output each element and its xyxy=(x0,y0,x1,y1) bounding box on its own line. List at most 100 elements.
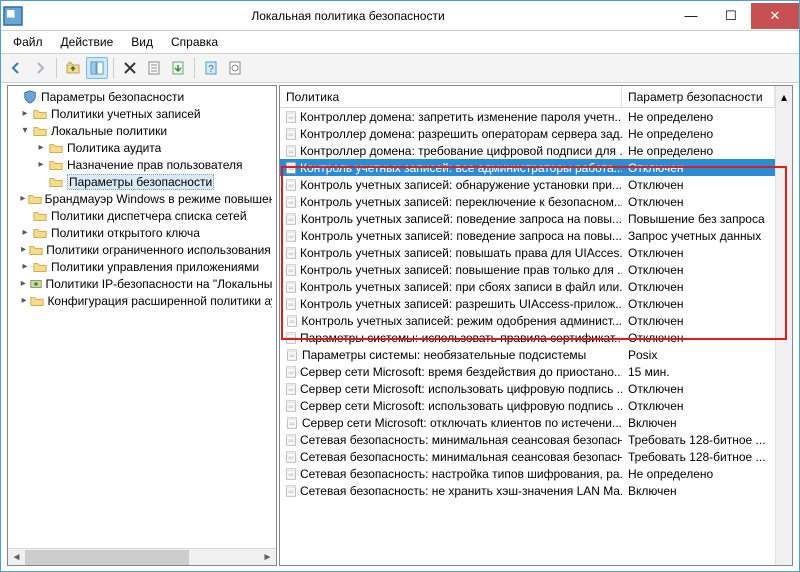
tree-node[interactable]: ▸Политика аудита xyxy=(8,139,276,156)
expand-icon[interactable]: ▸ xyxy=(18,261,32,272)
tree-node[interactable]: Политики диспетчера списка сетей xyxy=(8,207,276,224)
policy-icon xyxy=(284,228,299,244)
tree-node[interactable]: ▸Политики ограниченного использования пр… xyxy=(8,241,276,258)
policy-row[interactable]: Контроль учетных записей: разрешить UIAc… xyxy=(280,295,775,312)
policy-value: Включен xyxy=(628,484,677,498)
expand-icon[interactable]: ▸ xyxy=(34,142,48,153)
policy-row[interactable]: Контроль учетных записей: режим одобрени… xyxy=(280,312,775,329)
expand-icon[interactable]: ▸ xyxy=(18,244,29,255)
minimize-button[interactable]: — xyxy=(671,3,711,29)
policy-name: Контроллер домена: требование цифровой п… xyxy=(300,144,622,158)
policy-name: Контроль учетных записей: повышать права… xyxy=(300,246,622,260)
expand-icon[interactable]: ▾ xyxy=(18,125,32,136)
forward-button[interactable] xyxy=(29,57,51,79)
expand-icon[interactable]: ▸ xyxy=(18,295,30,306)
policy-icon xyxy=(284,143,298,159)
list-vscrollbar[interactable] xyxy=(775,108,792,565)
policy-icon xyxy=(284,177,298,193)
policy-row[interactable]: Контроль учетных записей: переключение к… xyxy=(280,193,775,210)
policy-value: Отключен xyxy=(628,399,684,413)
policy-row[interactable]: Сервер сети Microsoft: время бездействия… xyxy=(280,363,775,380)
tree-node-label: Политики открытого ключа xyxy=(51,226,200,240)
refresh-icon[interactable] xyxy=(224,57,246,79)
policy-row[interactable]: Контроллер домена: требование цифровой п… xyxy=(280,142,775,159)
maximize-button[interactable]: ☐ xyxy=(711,3,751,29)
tree-node[interactable]: ▸Политики учетных записей xyxy=(8,105,276,122)
scroll-right-icon[interactable]: ► xyxy=(259,550,276,565)
expand-icon[interactable]: ▸ xyxy=(18,108,32,119)
tree-node[interactable]: ▾Локальные политики xyxy=(8,122,276,139)
show-hide-tree-icon[interactable] xyxy=(86,57,108,79)
expand-icon[interactable]: ▸ xyxy=(34,159,48,170)
back-button[interactable] xyxy=(5,57,27,79)
policy-icon xyxy=(284,381,298,397)
list-pane: Политика Параметр безопасности ▴ Контрол… xyxy=(279,85,793,566)
policy-row[interactable]: Сервер сети Microsoft: использовать цифр… xyxy=(280,397,775,414)
policy-row[interactable]: Сетевая безопасность: не хранить хэш-зна… xyxy=(280,482,775,499)
column-security[interactable]: Параметр безопасности xyxy=(622,86,775,107)
policy-icon xyxy=(284,160,298,176)
menu-view[interactable]: Вид xyxy=(123,33,161,51)
policy-name: Сетевая безопасность: не хранить хэш-зна… xyxy=(300,484,622,498)
list-body[interactable]: Контроллер домена: запретить изменение п… xyxy=(280,108,775,565)
scroll-left-icon[interactable]: ◄ xyxy=(8,550,25,565)
tree-node[interactable]: Параметры безопасности xyxy=(8,173,276,190)
policy-value: Повышение без запроса xyxy=(628,212,765,226)
policy-row[interactable]: Сервер сети Microsoft: использовать цифр… xyxy=(280,380,775,397)
tree-node-label: Параметры безопасности xyxy=(67,174,214,190)
menu-action[interactable]: Действие xyxy=(53,33,122,51)
tree-pane: Параметры безопасности▸Политики учетных … xyxy=(7,85,277,566)
tree-root[interactable]: Параметры безопасности xyxy=(8,88,276,105)
policy-icon xyxy=(284,466,298,482)
delete-icon[interactable] xyxy=(119,57,141,79)
tree-node[interactable]: ▸Назначение прав пользователя xyxy=(8,156,276,173)
policy-row[interactable]: Параметры системы: необязательные подсис… xyxy=(280,346,775,363)
menu-file[interactable]: Файл xyxy=(5,33,51,51)
policy-row[interactable]: Контроллер домена: разрешить операторам … xyxy=(280,125,775,142)
vscroll-top[interactable]: ▴ xyxy=(775,86,792,108)
tree-node[interactable]: ▸Политики IP-безопасности на "Локальный … xyxy=(8,275,276,292)
close-button[interactable]: ✕ xyxy=(751,3,799,29)
folder-icon xyxy=(48,157,64,173)
content-area: Параметры безопасности▸Политики учетных … xyxy=(1,83,799,572)
up-folder-icon[interactable] xyxy=(62,57,84,79)
policy-name: Сервер сети Microsoft: отключать клиенто… xyxy=(302,416,622,430)
tree-hscrollbar[interactable]: ◄ ► xyxy=(8,548,276,565)
column-policy[interactable]: Политика xyxy=(280,86,622,107)
policy-icon xyxy=(284,330,298,346)
expand-icon[interactable]: ▸ xyxy=(18,227,32,238)
policy-value: Отключен xyxy=(628,382,684,396)
policy-value: Не определено xyxy=(628,467,713,481)
policy-name: Контроль учетных записей: режим одобрени… xyxy=(301,314,622,328)
folder-icon xyxy=(48,174,64,190)
policy-icon xyxy=(284,194,298,210)
tree-node[interactable]: ▸Политики управления приложениями xyxy=(8,258,276,275)
expand-icon[interactable]: ▸ xyxy=(18,193,28,204)
menu-help[interactable]: Справка xyxy=(163,33,226,51)
policy-row[interactable]: Контроль учетных записей: обнаружение ус… xyxy=(280,176,775,193)
policy-row[interactable]: Сетевая безопасность: минимальная сеансо… xyxy=(280,431,775,448)
folder-icon xyxy=(28,191,42,207)
policy-row[interactable]: Сетевая безопасность: настройка типов ши… xyxy=(280,465,775,482)
tree-node[interactable]: ▸Конфигурация расширенной политики аудит… xyxy=(8,292,276,309)
properties-icon[interactable] xyxy=(143,57,165,79)
policy-row[interactable]: Контроль учетных записей: поведение запр… xyxy=(280,210,775,227)
policy-value: Включен xyxy=(628,416,677,430)
policy-name: Параметры системы: использовать правила … xyxy=(300,331,622,345)
policy-row[interactable]: Контроль учетных записей: все администра… xyxy=(280,159,775,176)
policy-row[interactable]: Параметры системы: использовать правила … xyxy=(280,329,775,346)
tree-node[interactable]: ▸Брандмауэр Windows в режиме повышенной … xyxy=(8,190,276,207)
policy-row[interactable]: Сетевая безопасность: минимальная сеансо… xyxy=(280,448,775,465)
policy-row[interactable]: Сервер сети Microsoft: отключать клиенто… xyxy=(280,414,775,431)
expand-icon[interactable]: ▸ xyxy=(18,278,29,289)
help-icon[interactable]: ? xyxy=(200,57,222,79)
export-list-icon[interactable] xyxy=(167,57,189,79)
tree-node[interactable]: ▸ Политики открытого ключа xyxy=(8,224,276,241)
policy-row[interactable]: Контроль учетных записей: повышать права… xyxy=(280,244,775,261)
policy-row[interactable]: Контроль учетных записей: при сбоях запи… xyxy=(280,278,775,295)
tree-body[interactable]: Параметры безопасности▸Политики учетных … xyxy=(8,86,276,548)
policy-row[interactable]: Контроль учетных записей: поведение запр… xyxy=(280,227,775,244)
policy-row[interactable]: Контроль учетных записей: повышение прав… xyxy=(280,261,775,278)
policy-row[interactable]: Контроллер домена: запретить изменение п… xyxy=(280,108,775,125)
shield-icon xyxy=(22,89,38,105)
